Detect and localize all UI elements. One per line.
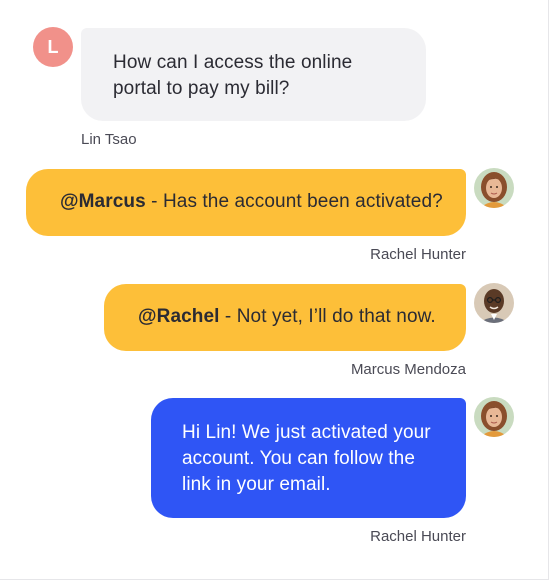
sender-name: Rachel Hunter [370,528,466,545]
sender-name: Lin Tsao [81,131,137,148]
sender-name: Marcus Mendoza [350,361,466,378]
avatar-rachel-hunter [474,397,514,437]
message-bubble-internal-note: @Rachel - Not yet, I’ll do that now. [104,284,466,351]
message-bubble-internal-note: @Marcus - Has the account been activated… [26,169,466,236]
chat-thread: L How can I access the online portal to … [0,0,549,580]
message-text: - Not yet, I’ll do that now. [219,306,436,327]
avatar-initial: L [47,36,59,57]
message-bubble-incoming: How can I access the online portal to pa… [81,28,426,121]
avatar-marcus-mendoza [474,283,514,323]
message-bubble-outgoing: Hi Lin! We just activated your account. … [151,398,466,518]
mention-tag[interactable]: @Marcus [60,191,146,212]
message-text: - Has the account been activated? [145,191,443,212]
mention-tag[interactable]: @Rachel [138,306,220,327]
message-text: How can I access the online portal to pa… [113,52,353,99]
message-text: Hi Lin! We just activated your account. … [182,422,431,495]
avatar-rachel-hunter [474,168,514,208]
avatar-lin-tsao: L [33,27,73,67]
sender-name: Rachel Hunter [370,246,466,263]
